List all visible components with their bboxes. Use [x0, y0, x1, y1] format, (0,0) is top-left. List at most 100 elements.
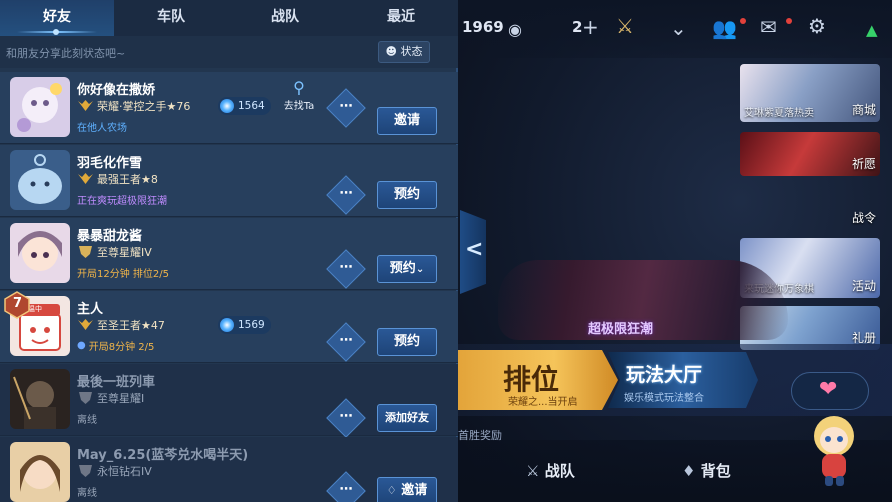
friend-name: 羽毛化作雪 [77, 156, 143, 171]
top-bar: 1969 ◉ 2 + ⚔ ⌄ 👥 ✉ ⚙ ▲ [458, 0, 892, 58]
game-lobby-screen: 1969 ◉ 2 + ⚔ ⌄ 👥 ✉ ⚙ ▲ 艾琳紫夏落热卖 商城 祈愿 战令 … [0, 0, 892, 502]
side-item-label: 活动 [851, 279, 876, 293]
chat-bubble-icon[interactable]: ⋯ [332, 404, 360, 432]
mascot-character[interactable] [806, 410, 862, 490]
invite-button[interactable]: ♢ 邀请 [377, 477, 437, 502]
heart-icon: ❤ [819, 377, 838, 402]
status-share-row[interactable]: 和朋友分享此刻状态吧~ ☻ 状态 [0, 36, 458, 68]
rank-emblem-icon [79, 392, 92, 404]
gear-icon[interactable]: ⚙ [808, 16, 826, 36]
status-placeholder: 和朋友分享此刻状态吧~ [6, 47, 126, 60]
chevron-left-icon[interactable]: < [465, 237, 483, 262]
chat-bubble-icon[interactable]: ⋯ [332, 255, 360, 283]
bottom-link-label: 战队 [544, 462, 575, 480]
tab-recent[interactable]: 最近 [344, 0, 458, 36]
reserve-button[interactable]: 预约 [377, 328, 437, 356]
tab-squad[interactable]: 战队 [228, 0, 342, 36]
rank-emblem-icon [79, 246, 92, 258]
friend-status: 离线 [77, 415, 97, 426]
chat-bubble-icon[interactable]: ⋯ [332, 477, 360, 502]
reserve-dropdown-button[interactable]: 预约⌄ [377, 255, 437, 283]
notification-dot [740, 18, 746, 24]
friend-rank: 荣耀·掌控之手★76 [77, 98, 190, 114]
level-number: 7 [13, 296, 23, 311]
mail-icon[interactable]: ✉ [760, 17, 777, 37]
team-members-icon: ● [77, 340, 86, 351]
avatar[interactable] [10, 150, 70, 210]
friend-rank-label: 至圣王者★47 [97, 319, 165, 332]
tab-friends[interactable]: 好友 [0, 0, 114, 36]
rank-points-value: 1569 [238, 319, 265, 331]
side-item-label: 祈愿 [851, 157, 876, 171]
add-friend-button[interactable]: 添加好友 [377, 404, 437, 432]
side-item-wish[interactable]: 祈愿 [740, 132, 880, 176]
friend-status: 开局12分钟 排位2/5 [77, 269, 169, 280]
status-button-label: 状态 [400, 45, 423, 58]
friend-status: 开局8分钟 2/5 [88, 342, 155, 353]
invite-label: 邀请 [401, 483, 428, 498]
friend-rank: 最强王者★8 [77, 171, 158, 187]
friend-status: 正在爽玩超极限狂潮 [77, 196, 167, 207]
friend-row[interactable]: 羽毛化作雪 最强王者★8 正在爽玩超极限狂潮 ⋯ 预约 [0, 145, 458, 217]
side-item-label: 战令 [851, 211, 876, 225]
reserve-label: 预约 [389, 261, 416, 276]
invite-button[interactable]: 邀请 [377, 107, 437, 135]
friends-online-count: 2 [572, 18, 583, 36]
friend-rank-label: 至尊星耀IV [97, 246, 152, 259]
coin-icon: ◉ [508, 20, 522, 39]
rank-emblem-icon[interactable]: ⚔ [616, 16, 634, 36]
avatar[interactable] [10, 77, 70, 137]
friends-icon[interactable]: 👥 [712, 18, 737, 38]
avatar[interactable] [10, 369, 70, 429]
tab-team[interactable]: 车队 [114, 0, 228, 36]
go-find-button[interactable]: ⚲ 去找Ta [282, 78, 316, 112]
like-button[interactable]: ❤ [791, 372, 869, 410]
friend-row[interactable]: 红温中 7 主人 至圣王者★47 1569 ● 开局8分钟 2/5 ⋯ 预约 [0, 291, 458, 363]
tab-label: 最近 [387, 9, 415, 25]
rank-emblem-icon [79, 465, 92, 477]
chat-bubble-icon[interactable]: ⋯ [332, 181, 360, 209]
friend-row[interactable]: 暴暴甜龙酱 至尊星耀IV 开局12分钟 排位2/5 ⋯ 预约⌄ [0, 218, 458, 290]
ranked-button-label: 排位 [503, 363, 560, 396]
avatar[interactable] [10, 223, 70, 283]
friend-status-row: ● 开局8分钟 2/5 [77, 338, 154, 353]
backpack-icon: ♦ [682, 462, 696, 480]
wifi-icon: ▲ [866, 21, 878, 39]
friend-rank: 至尊星耀I [77, 390, 144, 406]
side-item-shop[interactable]: 艾琳紫夏落热卖 商城 [740, 64, 880, 122]
team-icon: ⚔ [526, 462, 540, 480]
friend-name: 主人 [77, 302, 104, 317]
bottom-link-team[interactable]: ⚔ 战队 [526, 460, 575, 481]
friend-name: May_6.25(蓝芩兑水喝半天) [77, 448, 249, 463]
play-hall-sub: 娱乐模式玩法整合 [624, 393, 704, 404]
play-hall-label: 玩法大厅 [626, 364, 703, 386]
friend-status: 在他人农场 [77, 123, 127, 134]
go-find-label: 去找Ta [283, 101, 315, 112]
friend-name: 最後一班列車 [77, 375, 156, 390]
lobby-background: 1969 ◉ 2 + ⚔ ⌄ 👥 ✉ ⚙ ▲ 艾琳紫夏落热卖 商城 祈愿 战令 … [458, 0, 892, 502]
friend-row[interactable]: May_6.25(蓝芩兑水喝半天) 永恒钻石IV 离线 ⋯ ♢ 邀请 [0, 437, 458, 502]
friend-rank: 永恒钻石IV [77, 463, 152, 479]
chevron-down-icon[interactable]: ⌄ [670, 18, 687, 38]
chat-bubble-icon[interactable]: ⋯ [332, 94, 360, 122]
location-pin-icon: ⚲ [293, 78, 305, 97]
coin-count: 1969 [462, 18, 504, 36]
friend-row[interactable]: 你好像在撒娇 荣耀·掌控之手★76 1564 在他人农场 ⚲ 去找Ta ⋯ 邀请 [0, 72, 458, 144]
ranked-button[interactable]: 排位 荣耀之...当开启 [458, 350, 618, 410]
bottom-link-backpack[interactable]: ♦ 背包 [682, 460, 731, 481]
rank-points: 1569 [218, 316, 271, 334]
friend-rank-label: 永恒钻石IV [97, 465, 152, 478]
friend-row[interactable]: 最後一班列車 至尊星耀I 离线 ⋯ 添加好友 [0, 364, 458, 438]
chat-bubble-icon[interactable]: ⋯ [332, 328, 360, 356]
tab-indicator-dot [53, 29, 59, 35]
friend-rank-label: 至尊星耀I [97, 392, 145, 405]
side-item-battle-pass[interactable]: 战令 [840, 186, 880, 230]
rank-emblem-icon [78, 173, 93, 184]
status-button[interactable]: ☻ 状态 [378, 41, 430, 63]
avatar[interactable] [10, 442, 70, 502]
play-hall-button[interactable]: 玩法大厅 娱乐模式玩法整合 [608, 352, 758, 408]
friends-panel: 好友 车队 战队 最近 和朋友分享此刻状态吧~ ☻ 状态 你好像在撒娇 荣耀·掌… [0, 0, 458, 502]
bottom-link-label: 背包 [700, 462, 731, 480]
reserve-button[interactable]: 预约 [377, 181, 437, 209]
add-icon[interactable]: + [582, 17, 599, 37]
